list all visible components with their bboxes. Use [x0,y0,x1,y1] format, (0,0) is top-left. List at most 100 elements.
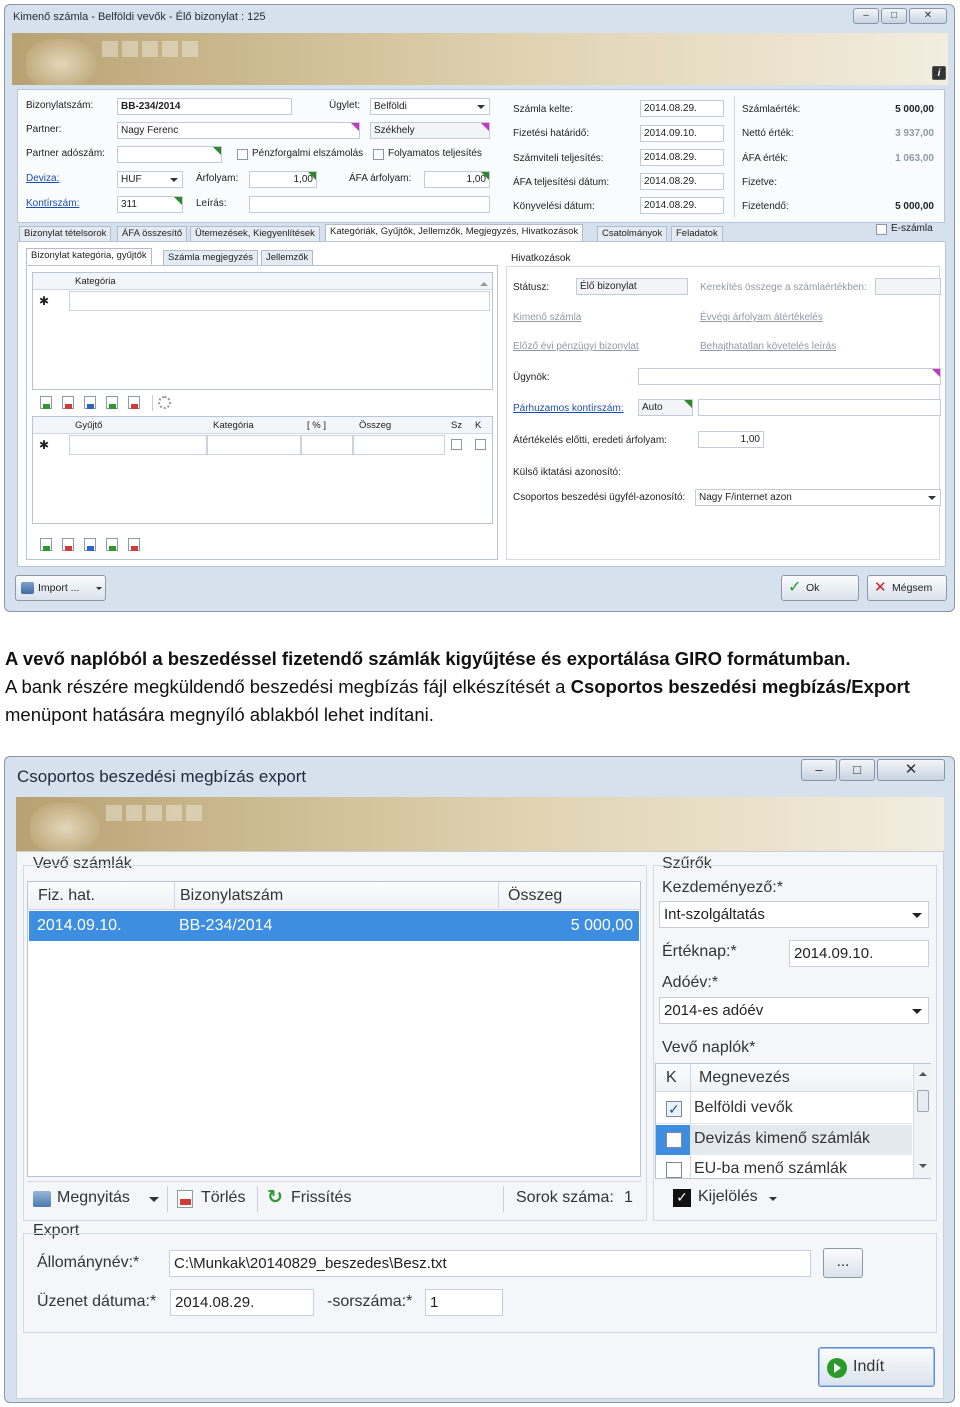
behajthatatlan-link[interactable]: Behajthatatlan követelés leírás [700,341,836,352]
tab-afa-osszesito[interactable]: ÁFA összesítő [117,226,188,242]
partner-field[interactable]: Nagy Ferenc [117,122,360,139]
kimeno-szamla-link[interactable]: Kimenő számla [513,312,581,323]
kategoria-header: Kategória [75,276,116,287]
scroll-down-icon[interactable] [919,1164,927,1172]
evvegi-link[interactable]: Évvégi árfolyam átértékelés [700,312,823,323]
add-row-icon[interactable] [40,538,52,551]
fiz-hat-header[interactable]: Fiz. hat. [38,887,95,905]
afa-arfolyam-field[interactable]: 1,00 [424,171,490,188]
list-item[interactable]: Devizás kimenő számlák [656,1125,912,1155]
tab-tetelsorok[interactable]: Bizonylat tételsorok [19,226,112,242]
list-item[interactable]: ✓ Belföldi vevők [656,1094,912,1124]
browse-button[interactable]: ... [823,1248,863,1278]
remove-icon[interactable] [128,538,140,551]
scroll-up-icon[interactable] [919,1068,927,1076]
table-row[interactable]: 2014.09.10. BB-234/2014 5 000,00 [29,911,639,941]
percent-cell[interactable] [301,435,353,455]
copy-row-icon[interactable] [84,396,96,409]
konyvelesi-field[interactable]: 2014.08.29. [640,197,724,214]
belfoldi-checkbox[interactable]: ✓ [666,1101,682,1117]
ok-button[interactable]: ✓ Ok [781,575,859,601]
erteknap-field[interactable]: 2014.09.10. [789,940,929,967]
close-button[interactable]: ✕ [909,8,947,24]
header-banner [16,797,944,851]
kijeloles-button[interactable]: ✓ Kijelölés [669,1185,789,1213]
edit-row-icon[interactable] [106,538,118,551]
deviza-dropdown[interactable]: HUF [117,171,183,188]
parhuzamos-desc-field[interactable] [698,399,941,416]
devizas-checkbox[interactable] [666,1132,682,1148]
ugylet-dropdown[interactable]: Belföldi [370,98,490,115]
minimize-button[interactable]: – [853,8,879,24]
sz-checkbox[interactable] [451,439,462,450]
parhuzamos-field[interactable]: Auto [638,399,693,416]
eszamla-checkbox[interactable] [876,224,887,235]
sorok-value: 1 [624,1189,633,1206]
kelte-field[interactable]: 2014.08.29. [640,100,724,117]
parhuzamos-link[interactable]: Párhuzamos kontírszám: [513,403,624,414]
settings-icon[interactable] [158,396,171,409]
bizonylatszam-header[interactable]: Bizonylatszám [180,887,283,905]
delete-row-icon[interactable] [62,538,74,551]
leiras-field[interactable] [249,196,490,213]
minimize-button[interactable]: – [801,759,837,781]
scroll-up-icon[interactable] [480,278,488,286]
indit-button[interactable]: Indít [818,1347,935,1387]
add-row-icon[interactable] [40,396,52,409]
uzenet-field[interactable]: 2014.08.29. [170,1289,314,1316]
tab-utemezesek[interactable]: Ütemezések, Kiegyenlítések [190,226,320,242]
adoszam-field[interactable] [117,146,222,163]
info-icon[interactable]: i [932,66,946,80]
close-button[interactable]: ✕ [877,759,945,781]
copy-row-icon[interactable] [84,538,96,551]
new-row-cell[interactable] [69,291,490,311]
ugynok-field[interactable] [638,368,941,385]
allomanynev-field[interactable]: C:\Munkak\20140829_beszedes\Besz.txt [169,1250,811,1277]
checkmark-icon: ✓ [788,579,802,596]
osszeg-header[interactable]: Összeg [508,887,562,905]
maximize-button[interactable]: □ [839,759,875,781]
eu-checkbox[interactable] [666,1162,682,1178]
gyujto-header: Gyűjtő [75,420,103,431]
penzforgalmi-checkbox[interactable] [237,149,248,160]
subtab-jellemzok[interactable]: Jellemzők [261,250,314,266]
kontirszam-link[interactable]: Kontírszám: [26,198,79,209]
k-checkbox[interactable] [475,439,486,450]
remove-icon[interactable] [128,396,140,409]
import-button[interactable]: Import ... [15,575,106,601]
folyamatos-checkbox[interactable] [373,149,384,160]
tab-kategoriak[interactable]: Kategóriák, Gyűjtők, Jellemzők, Megjegyz… [325,224,584,242]
frissites-button[interactable]: ↻ Frissítés [265,1186,361,1212]
cancel-button[interactable]: ✕ Mégsem [867,575,947,601]
scrollbar[interactable] [913,1064,931,1178]
gyujto-cell[interactable] [69,435,207,455]
subtab-kategoria[interactable]: Bizonylat kategória, gyűjtők [26,248,152,265]
csoportos-dropdown[interactable]: Nagy F/internet azon [695,489,941,506]
atertekeles-field[interactable]: 1,00 [698,431,764,448]
tab-feladatok[interactable]: Feladatok [671,226,723,242]
list-item[interactable]: EU-ba menő számlák [656,1156,912,1179]
kategoria-cell[interactable] [207,435,301,455]
osszeg-cell[interactable] [353,435,445,455]
szekhely-field[interactable]: Székhely [370,122,490,139]
hatarido-field[interactable]: 2014.09.10. [640,125,724,142]
sorszam-field[interactable]: 1 [425,1289,503,1316]
header-form: Bizonylatszám: BB-234/2014 Ügylet: Belfö… [17,89,945,223]
szamviteli-field[interactable]: 2014.08.29. [640,149,724,166]
kezdemenyezo-dropdown[interactable]: Int-szolgáltatás [659,901,929,928]
subtab-megjegyzes[interactable]: Számla megjegyzés [163,250,259,266]
deviza-link[interactable]: Deviza: [26,173,59,184]
megnyitas-button[interactable]: Megnyitás [31,1186,163,1212]
tab-csatolmanyok[interactable]: Csatolmányok [597,226,668,242]
maximize-button[interactable]: □ [881,8,907,24]
afa-telj-field[interactable]: 2014.08.29. [640,173,724,190]
arfolyam-field[interactable]: 1,00 [249,171,317,188]
bizonylatszam-field[interactable]: BB-234/2014 [117,98,292,115]
torles-button[interactable]: Törlés [175,1186,253,1212]
edit-row-icon[interactable] [106,396,118,409]
elozo-evi-link[interactable]: Előző évi pénzügyi bizonylat [513,341,639,352]
adoev-dropdown[interactable]: 2014-es adóév [659,997,929,1024]
delete-row-icon[interactable] [62,396,74,409]
kontirszam-field[interactable]: 311 [117,196,183,213]
szamlaertek-value: 5 000,00 [895,104,934,115]
